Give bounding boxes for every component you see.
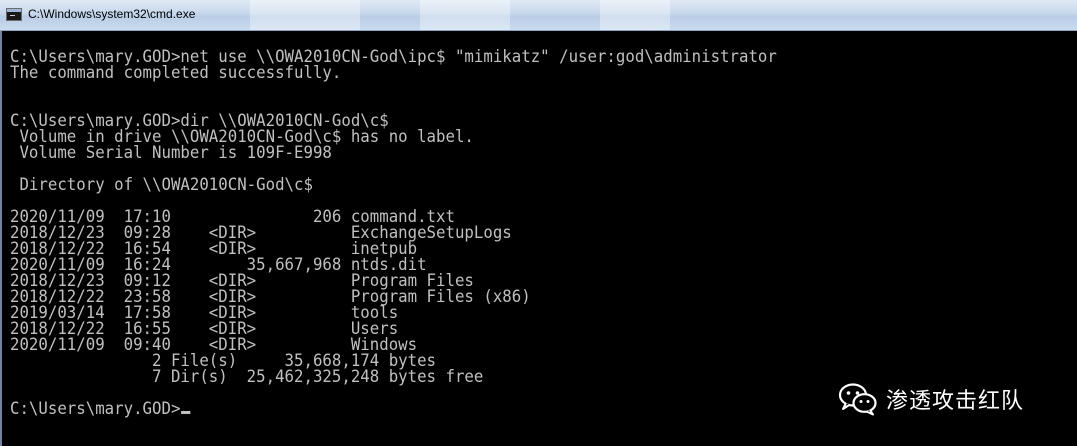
title-bar-glass <box>420 0 510 30</box>
console-line: Volume Serial Number is 109F-E998 <box>10 143 332 163</box>
prompt-text: C:\Users\mary.GOD> <box>10 399 181 419</box>
console-line: 7 Dir(s) 25,462,325,248 bytes free <box>10 367 484 387</box>
title-bar-glass <box>250 0 360 30</box>
watermark: 渗透攻击红队 <box>838 381 1024 417</box>
watermark-text: 渗透攻击红队 <box>886 389 1025 414</box>
title-bar-glass <box>600 0 670 30</box>
cmd-window: C:\Windows\system32\cmd.exe C:\Users\mar… <box>0 0 1077 446</box>
prompt-line[interactable]: C:\Users\mary.GOD> <box>10 399 191 419</box>
window-title: C:\Windows\system32\cmd.exe <box>28 7 196 21</box>
console-line: Directory of \\OWA2010CN-God\c$ <box>10 175 313 195</box>
console-line: The command completed successfully. <box>10 63 342 83</box>
text-cursor <box>181 411 191 414</box>
title-bar[interactable]: C:\Windows\system32\cmd.exe <box>0 0 1077 31</box>
cmd-app-icon[interactable] <box>6 8 22 21</box>
wechat-icon <box>838 383 877 416</box>
